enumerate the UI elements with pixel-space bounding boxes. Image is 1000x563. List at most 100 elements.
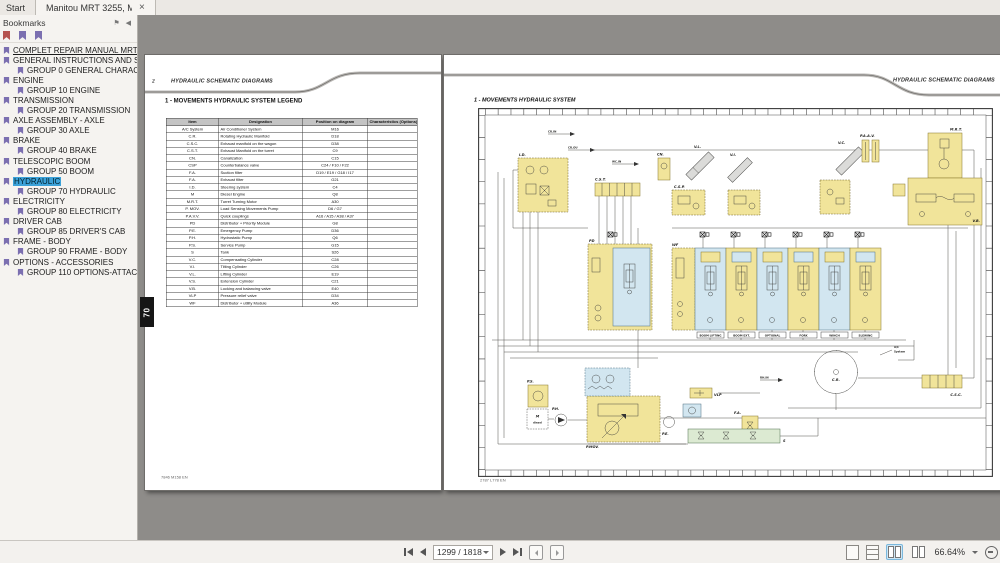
cell-position: A16 / A15 / A38 / A37 — [302, 213, 368, 220]
continuous-view-button[interactable] — [866, 545, 879, 560]
two-page-scroll-view-button[interactable] — [910, 544, 927, 560]
component-vb-valve: V.B. — [893, 178, 982, 225]
bookmark-icon — [18, 208, 24, 215]
cell-characteristics — [368, 220, 418, 227]
bookmark-item[interactable]: TRANSMISSION — [0, 95, 137, 105]
bookmark-item[interactable]: GENERAL INSTRUCTIONS AND SAFETY — [0, 55, 137, 65]
cell-characteristics — [368, 278, 418, 285]
flow-label-cr-ou: CR.OU — [568, 146, 578, 150]
svg-text:P.A.A.V.: P.A.A.V. — [860, 134, 875, 138]
cell-item: P.S. — [166, 242, 219, 249]
cell-position: A30 — [302, 198, 368, 205]
bookmark-item[interactable]: GROUP 50 BOOM — [0, 166, 137, 176]
first-page-button[interactable] — [404, 548, 413, 556]
next-view-button[interactable] — [550, 545, 564, 560]
bookmark-item[interactable]: AXLE ASSEMBLY - AXLE — [0, 116, 137, 126]
zoom-chevron-down-icon[interactable] — [972, 551, 978, 557]
bookmark-item[interactable]: GROUP 80 ELECTRICITY — [0, 207, 137, 217]
bookmark-item[interactable]: GROUP 20 TRANSMISSION — [0, 106, 137, 116]
bookmark-item[interactable]: OPTIONS - ACCESSORIES — [0, 257, 137, 267]
next-page-button[interactable] — [500, 548, 506, 556]
valve-section-boom-lifting: BOOM LIFTING — [695, 232, 726, 338]
bookmark-item[interactable]: HYDRAULIC — [0, 176, 137, 186]
component-vc-cylinder: V.C. — [836, 141, 864, 175]
cell-designation: Compensating Cylinder — [219, 256, 303, 263]
cell-characteristics — [368, 162, 418, 169]
two-page-view-button[interactable] — [886, 544, 903, 560]
bookmark-item[interactable]: GROUP 10 ENGINE — [0, 85, 137, 95]
bookmark-label: GROUP 85 DRIVER'S CAB — [27, 227, 125, 236]
single-page-view-button[interactable] — [846, 545, 859, 560]
cell-position: A36 — [302, 300, 368, 307]
bookmarks-panel: Bookmarks ⚑ ◀ COMPLET REPAIR MANUAL MRT … — [0, 15, 138, 540]
bookmark-item[interactable]: GROUP 110 OPTIONS-ATTACHMENTS — [0, 267, 137, 277]
previous-view-button[interactable] — [529, 545, 543, 560]
bookmark-icon — [4, 97, 10, 104]
cell-position: G8 — [302, 220, 368, 227]
bookmark-label: TRANSMISSION — [13, 96, 74, 105]
new-bookmark-icon[interactable] — [19, 31, 26, 40]
cell-designation: Locking and balancing valve — [219, 285, 303, 292]
svg-text:VLP: VLP — [714, 393, 722, 397]
cell-item: C.S.C. — [166, 140, 219, 147]
bookmark-options-icon[interactable] — [35, 31, 42, 40]
bookmarks-toolbar — [0, 29, 137, 43]
last-page-button[interactable] — [513, 548, 522, 556]
valve-section-optional: OPTIONAL — [757, 232, 788, 338]
svg-text:V.I.: V.I. — [730, 153, 736, 157]
cell-item: P.H. — [166, 234, 219, 241]
bookmark-icon — [18, 228, 24, 235]
cell-characteristics — [368, 263, 418, 270]
previous-page-button[interactable] — [420, 548, 426, 556]
cell-item: V.L. — [166, 271, 219, 278]
tab-start[interactable]: Start — [0, 0, 35, 15]
bookmark-item[interactable]: COMPLET REPAIR MANUAL MRT 3255 — [0, 45, 137, 55]
legend-table: Item Designation Position on diagram Cha… — [166, 118, 418, 307]
header-swoosh — [444, 69, 1000, 109]
zoom-out-button[interactable] — [985, 546, 998, 559]
component-paav-couplings: P.A.A.V. — [860, 134, 879, 162]
document-canvas[interactable]: 70 2 HYDRAULIC SCHEMATIC DIAGRAMS 1 - MO… — [138, 15, 1000, 540]
table-row: V.L. Lifting Cylinder E19 — [166, 271, 417, 278]
bookmark-icon — [4, 157, 10, 164]
bookmark-item[interactable]: TELESCOPIC BOOM — [0, 156, 137, 166]
page-navigation: 1299 / 1818 — [404, 541, 564, 563]
bookmark-item[interactable]: ELECTRICITY — [0, 196, 137, 206]
bookmark-item[interactable]: DRIVER CAB — [0, 217, 137, 227]
hydraulic-schematic: CR.IN CR.OU WC.IN RH.IN I.D. C.S.T. — [478, 108, 993, 477]
bookmark-item[interactable]: GROUP 0 GENERAL CHARACTERISTICS — [0, 65, 137, 75]
cell-item: V.S. — [166, 278, 219, 285]
bookmark-item[interactable]: GROUP 40 BRAKE — [0, 146, 137, 156]
component-csc-manifold: C.S.C. — [922, 375, 962, 397]
bookmark-item[interactable]: GROUP 70 HYDRAULIC — [0, 186, 137, 196]
zoom-level-value[interactable]: 66.64% — [934, 547, 965, 557]
cell-position: G21 — [302, 176, 368, 183]
svg-text:P.MOV.: P.MOV. — [586, 445, 599, 449]
table-row: F.A. Exhaust filter G21 — [166, 176, 417, 183]
page-number-input[interactable]: 1299 / 1818 — [433, 545, 493, 560]
bookmark-item[interactable]: BRAKE — [0, 136, 137, 146]
cell-position: C21 — [302, 278, 368, 285]
svg-text:PD: PD — [589, 239, 595, 243]
bookmark-item[interactable]: FRAME - BODY — [0, 237, 137, 247]
bookmark-item[interactable]: ENGINE — [0, 75, 137, 85]
bookmark-item[interactable]: GROUP 85 DRIVER'S CAB — [0, 227, 137, 237]
cell-position: C24 / F10 / F22 — [302, 162, 368, 169]
bookmark-label: GROUP 40 BRAKE — [27, 146, 97, 155]
cell-item: C.R. — [166, 133, 219, 140]
bookmark-icon — [18, 269, 24, 276]
table-row: C.S.T. Exhaust Manifold on the turret C9 — [166, 147, 417, 154]
cell-position: E19 — [302, 271, 368, 278]
bookmarks-panel-header: Bookmarks ⚑ ◀ — [0, 15, 137, 29]
cell-characteristics — [368, 242, 418, 249]
tab-document[interactable]: Manitou MRT 3255, MR... × — [35, 0, 156, 15]
panel-options-icons[interactable]: ⚑ ◀ — [113, 19, 133, 27]
bookmark-tool-icon[interactable] — [3, 31, 10, 40]
bookmark-item[interactable]: GROUP 30 AXLE — [0, 126, 137, 136]
cell-position: D36 — [302, 227, 368, 234]
bookmark-label: AXLE ASSEMBLY - AXLE — [13, 116, 105, 125]
bookmark-item[interactable]: GROUP 90 FRAME - BODY — [0, 247, 137, 257]
cell-characteristics — [368, 155, 418, 162]
close-tab-icon[interactable]: × — [139, 4, 145, 12]
cell-position: D6 / G7 — [302, 205, 368, 212]
